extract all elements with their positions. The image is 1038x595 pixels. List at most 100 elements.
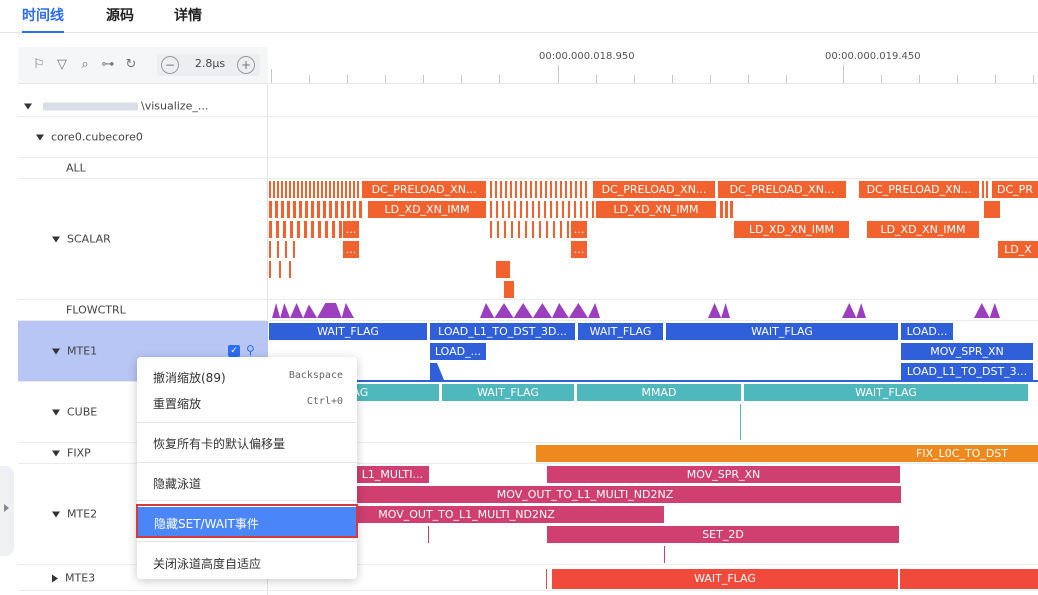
tree-root-row[interactable]: \visualize_...	[18, 95, 268, 117]
scalar-dense-events[interactable]	[490, 221, 570, 238]
scalar-dense-events[interactable]	[982, 181, 990, 198]
mte1-block[interactable]: WAIT_FLAG	[269, 323, 427, 340]
tree-root-path: \visualize_...	[141, 99, 209, 112]
lane-name: SCALAR	[67, 232, 111, 246]
mte1-block[interactable]: LOAD_...	[430, 343, 486, 360]
context-menu: 撤消缩放(89) Backspace 重置缩放 Ctrl+0 恢复所有卡的默认偏…	[137, 357, 357, 579]
reset-icon[interactable]: ↻	[122, 56, 140, 74]
time-ruler[interactable]: 00:00.000.018.950 00:00.000.019.450	[269, 47, 1038, 84]
cube-block[interactable]: MMAD	[577, 384, 741, 401]
scalar-block[interactable]: DC_PR	[992, 181, 1038, 198]
expand-arrow-icon[interactable]	[52, 511, 60, 518]
tab-bar: 时间线 源码 详情	[0, 0, 1038, 33]
checkbox-icon[interactable]: ✓	[228, 345, 240, 357]
expand-arrow-icon[interactable]	[36, 134, 44, 141]
search-icon[interactable]: ⌕	[76, 56, 94, 74]
menu-separator	[137, 462, 357, 463]
menu-item-label: 恢复所有卡的默认偏移量	[153, 437, 286, 451]
menu-item-shortcut: Backspace	[288, 370, 343, 381]
scalar-block[interactable]: LD_XD_XN_IMM	[368, 201, 486, 218]
lane-name: MTE3	[65, 571, 96, 584]
expand-arrow-icon[interactable]	[52, 450, 60, 457]
zoom-in-button[interactable]: +	[237, 56, 255, 74]
mte1-block[interactable]: MOV_SPR_XN	[901, 343, 1033, 360]
scalar-dense-events[interactable]	[269, 181, 359, 198]
scalar-block[interactable]: LD_XD_XN_IMM	[596, 201, 716, 218]
mte1-block[interactable]: LOAD_L1_TO_DST_3D...	[430, 323, 575, 340]
fixp-block[interactable]: FIX_L0C_TO_DST	[536, 445, 1038, 462]
scalar-block[interactable]: DC_PRELOAD_XN...	[362, 181, 486, 198]
expand-arrow-icon[interactable]	[52, 348, 60, 355]
ruler-label: 00:00.000.019.450	[825, 51, 921, 62]
lane-label-flowctrl[interactable]: FLOWCTRL	[18, 300, 268, 321]
tab-timeline[interactable]: 时间线	[22, 5, 64, 33]
menu-item-restore-offsets[interactable]: 恢复所有卡的默认偏移量	[137, 427, 357, 457]
menu-item-label: 关闭泳道高度自适应	[153, 557, 262, 571]
lane-bg-core	[269, 117, 1038, 158]
blurred-path	[42, 102, 138, 110]
cube-block[interactable]: WAIT_FLAG	[744, 384, 1028, 401]
lane-name: FLOWCTRL	[66, 303, 126, 317]
scalar-dense-events[interactable]	[269, 241, 297, 258]
scalar-dense-events[interactable]	[496, 261, 510, 278]
zoom-out-button[interactable]: −	[161, 56, 179, 74]
expand-arrow-icon[interactable]	[24, 103, 32, 109]
lane-name: CUBE	[67, 405, 98, 419]
menu-item-label: 撤消缩放(89)	[153, 371, 226, 385]
scalar-dense-events[interactable]	[269, 261, 297, 278]
pin-icon[interactable]: ⚲	[246, 343, 255, 357]
mte1-block[interactable]: LOAD...	[901, 323, 953, 340]
scalar-dense-events[interactable]	[490, 201, 594, 218]
scalar-block[interactable]: ...	[343, 241, 359, 258]
scalar-block[interactable]: ...	[343, 221, 359, 238]
scalar-dense-events[interactable]	[984, 201, 1000, 218]
filter-icon[interactable]: ▽	[53, 56, 71, 74]
tab-details[interactable]: 详情	[174, 5, 202, 27]
menu-separator	[137, 500, 357, 501]
menu-item-label: 重置缩放	[153, 397, 202, 411]
ruler-label: 00:00.000.018.950	[539, 51, 635, 62]
scalar-dense-events[interactable]	[269, 201, 365, 218]
scalar-dense-events[interactable]	[269, 221, 349, 238]
expand-arrow-icon[interactable]	[52, 409, 60, 416]
menu-separator	[137, 422, 357, 423]
menu-item-hide-lane[interactable]: 隐藏泳道	[137, 467, 357, 497]
mte2-block[interactable]: SET_2D	[547, 526, 899, 543]
cube-block[interactable]: WAIT_FLAG	[442, 384, 574, 401]
lane-label-all[interactable]: ALL	[18, 158, 268, 179]
zoom-value: 2.8μs	[194, 57, 226, 70]
lane-name: FIXP	[67, 446, 91, 460]
tab-source[interactable]: 源码	[106, 5, 134, 27]
expand-arrow-icon[interactable]	[52, 236, 60, 243]
lane-name: ALL	[66, 161, 86, 175]
scalar-block[interactable]: LD_XD_XN_IMM	[734, 221, 849, 238]
mte3-block[interactable]: WAIT_FLAG	[552, 569, 898, 589]
scalar-dense-events[interactable]	[504, 281, 514, 298]
menu-item-reset-zoom[interactable]: 重置缩放 Ctrl+0	[137, 387, 357, 417]
mte2-block[interactable]: MOV_SPR_XN	[547, 466, 900, 483]
scalar-block[interactable]: ...	[571, 221, 587, 238]
mte2-block[interactable]: MOV_OUT_TO_L1_MULTI_ND2NZ	[269, 486, 901, 503]
mte3-block[interactable]	[900, 569, 1038, 589]
lane-bg-root	[269, 95, 1038, 117]
mte1-block[interactable]: WAIT_FLAG	[578, 323, 663, 340]
link-icon[interactable]: ⊶	[99, 56, 117, 74]
scalar-dense-events[interactable]	[490, 181, 590, 198]
mte1-block[interactable]: LOAD_L1_TO_DST_3...	[901, 363, 1033, 380]
lane-label-scalar[interactable]: SCALAR	[18, 179, 268, 300]
scalar-block[interactable]: LD_X	[998, 241, 1038, 258]
menu-separator	[137, 541, 357, 542]
flag-icon[interactable]: ⚐	[30, 56, 48, 74]
scalar-dense-events[interactable]	[720, 201, 734, 218]
scalar-block[interactable]: ...	[571, 241, 587, 258]
scalar-block[interactable]: LD_XD_XN_IMM	[867, 221, 979, 238]
collapse-arrow-icon[interactable]	[52, 574, 58, 582]
scalar-block[interactable]: DC_PRELOAD_XN...	[859, 181, 979, 198]
menu-item-disable-autofit[interactable]: 关闭泳道高度自适应	[137, 547, 357, 577]
scalar-block[interactable]: DC_PRELOAD_XN...	[718, 181, 846, 198]
side-collapse-handle[interactable]	[0, 466, 14, 556]
scalar-block[interactable]: DC_PRELOAD_XN...	[593, 181, 715, 198]
tree-core-row[interactable]: core0.cubecore0	[18, 117, 268, 158]
highlight-frame	[136, 504, 358, 538]
mte1-block[interactable]: WAIT_FLAG	[666, 323, 898, 340]
